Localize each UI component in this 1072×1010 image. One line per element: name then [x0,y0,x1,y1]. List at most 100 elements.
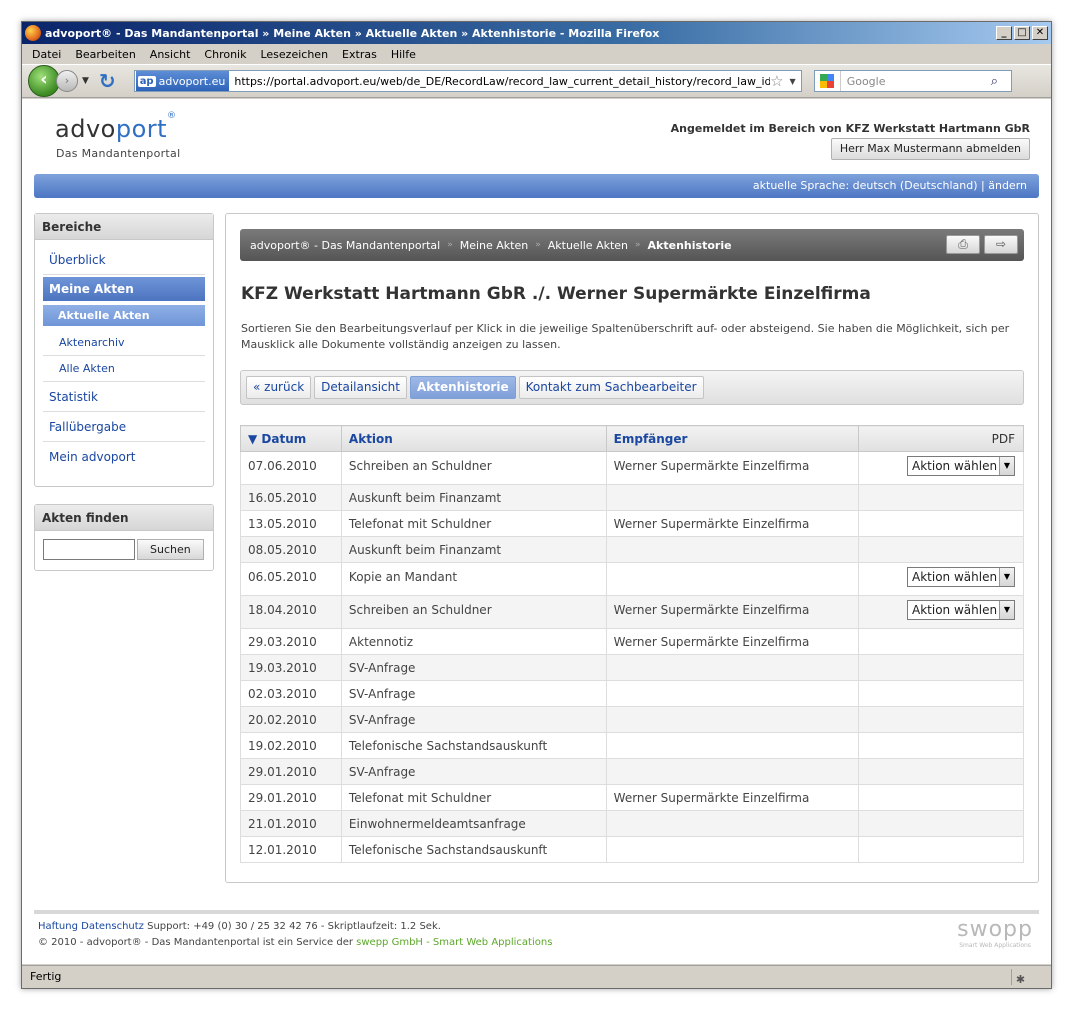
table-row[interactable]: 20.02.2010 SV-Anfrage [240,706,1024,733]
reload-icon[interactable]: ↻ [99,69,116,93]
menu-chronik[interactable]: Chronik [198,48,254,61]
cell-pdf [858,654,1024,681]
page-header: advoport® Das Mandantenportal Angemeldet… [22,99,1051,171]
print-icon[interactable]: ⎙ [946,235,980,254]
maximize-button[interactable]: □ [1014,26,1030,40]
cell-date: 29.01.2010 [240,758,342,785]
back-button[interactable]: « zurück [246,376,312,399]
addon-status-icon[interactable]: ✱ [1011,969,1029,986]
main-content: advoport® - Das Mandantenportal » Meine … [225,213,1039,883]
menu-hilfe[interactable]: Hilfe [385,48,424,61]
table-row[interactable]: 02.03.2010 SV-Anfrage [240,680,1024,707]
cell-action: SV-Anfrage [340,758,607,785]
cell-recipient: Werner Supermärkte Einzelfirma [605,451,860,485]
site-identity-button[interactable]: ap advoport.eu [135,71,230,91]
table-row[interactable]: 08.05.2010 Auskunft beim Finanzamt [240,536,1024,563]
tab-history[interactable]: Aktenhistorie [409,376,516,399]
footer-support: Support: +49 (0) 30 / 25 32 42 76 - Skri… [147,921,441,932]
bookmark-star-icon[interactable]: ☆ [770,72,783,90]
cell-date: 18.04.2010 [240,595,342,629]
menu-lesezeichen[interactable]: Lesezeichen [254,48,336,61]
cell-action: Kopie an Mandant [340,562,607,596]
menu-ansicht[interactable]: Ansicht [144,48,199,61]
breadcrumb-home[interactable]: advoport® - Das Mandantenportal [250,239,440,252]
advoport-logo[interactable]: advoport® [55,111,177,143]
search-bar[interactable]: Google ⌕ [813,70,1012,92]
cell-pdf: Aktion wählen ▼ [858,595,1024,629]
sidebar-item-archive[interactable]: Aktenarchiv [43,330,205,356]
table-row[interactable]: 21.01.2010 Einwohnermeldeamtsanfrage [240,810,1024,837]
search-placeholder[interactable]: Google [841,75,991,88]
cell-pdf [858,510,1024,537]
pdf-action-select[interactable]: Aktion wählen ▼ [907,456,1015,476]
export-icon[interactable]: ⇨ [984,235,1018,254]
swopp-logo[interactable]: swopp Smart Web Applications [957,917,1033,949]
tab-contact[interactable]: Kontakt zum Sachbearbeiter [518,376,704,399]
file-search-button[interactable]: Suchen [137,539,204,560]
cell-date: 06.05.2010 [240,562,342,596]
cell-pdf [858,628,1024,655]
menu-datei[interactable]: Datei [26,48,69,61]
pdf-action-select[interactable]: Aktion wählen ▼ [907,600,1015,620]
table-row[interactable]: 29.03.2010 Aktennotiz Werner Supermärkte E… [240,628,1024,655]
logo-subtitle: Das Mandantenportal [56,147,181,160]
google-engine-icon[interactable] [815,71,841,91]
breadcrumb-separator-icon: » [535,240,541,250]
chevron-down-icon[interactable]: ▼ [999,601,1014,619]
table-row[interactable]: 18.04.2010 Schreiben an Schuldner Werner S… [240,595,1024,629]
chevron-down-icon[interactable]: ▼ [999,457,1014,475]
breadcrumb-my-files[interactable]: Meine Akten [460,239,529,252]
file-search-input[interactable] [43,539,135,560]
close-button[interactable]: ✕ [1032,26,1048,40]
cell-recipient [605,562,860,596]
breadcrumb-current-files[interactable]: Aktuelle Akten [548,239,628,252]
footer-company-link[interactable]: swepp GmbH - Smart Web Applications [356,937,552,948]
table-row[interactable]: 06.05.2010 Kopie an Mandant Aktion wählen ▼ [240,562,1024,596]
table-row[interactable]: 29.01.2010 Telefonat mit Schuldner Werner … [240,784,1024,811]
url-text[interactable]: https://portal.advoport.eu/web/de_DE/Rec… [229,75,770,88]
table-row[interactable]: 16.05.2010 Auskunft beim Finanzamt [240,484,1024,511]
login-info: Angemeldet im Bereich von KFZ Werkstatt … [670,122,1030,135]
breadcrumb: advoport® - Das Mandantenportal » Meine … [240,229,1024,261]
menu-extras[interactable]: Extras [336,48,385,61]
sidebar-item-all-files[interactable]: Alle Akten [43,356,205,382]
cell-action: Auskunft beim Finanzamt [340,536,607,563]
magnifier-icon[interactable]: ⌕ [991,74,1011,89]
logout-button[interactable]: Herr Max Mustermann abmelden [830,138,1030,160]
table-row[interactable]: 19.03.2010 SV-Anfrage [240,654,1024,681]
table-row[interactable]: 13.05.2010 Telefonat mit Schuldner Werner … [240,510,1024,537]
minimize-button[interactable]: _ [996,26,1012,40]
table-row[interactable]: 19.02.2010 Telefonische Sachstandsauskunf… [240,732,1024,759]
footer-link-privacy[interactable]: Datenschutz [81,921,144,932]
cell-recipient [605,836,860,863]
history-table: ▼ Datum Aktion Empfänger PDF 07.06.2010 S… [240,425,1024,863]
forward-arrow-icon[interactable]: › [56,70,78,92]
url-dropdown-icon[interactable]: ▼ [790,77,796,86]
sidebar-item-my-files[interactable]: Meine Akten [43,277,205,301]
menu-bearbeiten[interactable]: Bearbeiten [69,48,143,61]
footer-link-liability[interactable]: Haftung [38,921,78,932]
sidebar-item-overview[interactable]: Überblick [43,245,205,275]
cell-recipient [605,758,860,785]
column-header-date[interactable]: ▼ Datum [240,425,342,452]
chevron-down-icon[interactable]: ▼ [999,568,1014,586]
column-header-action[interactable]: Aktion [340,425,607,452]
column-header-recipient[interactable]: Empfänger [605,425,860,452]
find-files-panel: Akten finden Suchen [34,504,214,571]
sidebar-item-current-files[interactable]: Aktuelle Akten [43,305,205,326]
language-bar[interactable]: aktuelle Sprache: deutsch (Deutschland) … [34,174,1039,198]
table-row[interactable]: 12.01.2010 Telefonische Sachstandsauskunf… [240,836,1024,863]
history-dropdown-icon[interactable]: ▼ [82,76,89,86]
table-row[interactable]: 07.06.2010 Schreiben an Schuldner Werner S… [240,451,1024,485]
cell-pdf [858,536,1024,563]
pdf-action-select[interactable]: Aktion wählen ▼ [907,567,1015,587]
tab-detail[interactable]: Detailansicht [314,376,407,399]
table-row[interactable]: 29.01.2010 SV-Anfrage [240,758,1024,785]
cell-pdf [858,706,1024,733]
sidebar-item-my-advoport[interactable]: Mein advoport [43,442,205,471]
url-bar[interactable]: ap advoport.eu https://portal.advoport.e… [133,70,802,92]
sidebar-item-handover[interactable]: Fallübergabe [43,412,205,442]
cell-action: Telefonische Sachstandsauskunft [340,732,607,759]
sidebar-item-statistics[interactable]: Statistik [43,382,205,412]
intro-text: Sortieren Sie den Bearbeitungsverlauf pe… [241,322,1010,351]
